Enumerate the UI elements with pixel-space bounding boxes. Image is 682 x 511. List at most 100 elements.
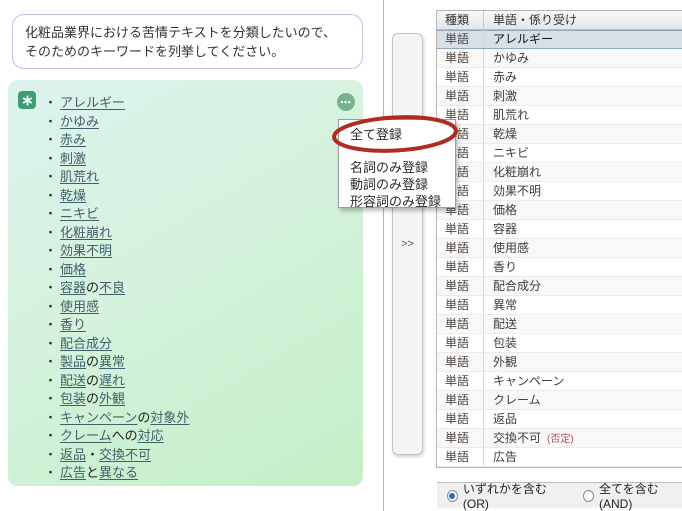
table-row[interactable]: 単語 キャンペーン [437,372,682,391]
transfer-button[interactable]: >> [392,33,423,455]
column-header-category[interactable]: 種類 [437,11,484,29]
cell-word: 香り [493,260,518,274]
keyword-link[interactable]: 対象外 [150,410,189,425]
cell-category: 単語 [437,49,484,67]
menu-item-2[interactable]: 動詞のみ登録 [339,176,455,193]
bullet: ・ [44,465,58,480]
keyword-item: ・肌荒れ [44,168,189,187]
table-row[interactable]: 単語 赤み [437,68,682,87]
radio-icon [447,489,458,502]
cell-word: クレーム [493,393,541,407]
cell-word: 外観 [493,355,518,369]
keyword-link[interactable]: 遅れ [99,373,125,388]
table-row[interactable]: 単語 香り [437,258,682,277]
table-row[interactable]: 単語 効果不明 [437,182,682,201]
keyword-link[interactable]: 異なる [99,465,138,480]
keyword-particle: の [86,391,100,406]
table-row[interactable]: 単語 配合成分 [437,277,682,296]
table-row[interactable]: 単語 肌荒れ [437,106,682,125]
menu-item-0[interactable]: 全て登録 [339,125,455,144]
bullet: ・ [44,298,58,314]
keyword-link[interactable]: 交換不可 [99,447,151,462]
keyword-link[interactable]: 化粧崩れ [60,225,112,240]
bullet: ・ [44,132,58,147]
table-row[interactable]: 単語 返品 [437,410,682,429]
keyword-link[interactable]: 肌荒れ [60,169,99,184]
table-row[interactable]: 単語 ニキビ [437,144,682,163]
bullet: ・ [44,169,58,184]
table-row[interactable]: 単語 使用感 [437,239,682,258]
keyword-link[interactable]: 香り [60,317,86,332]
keyword-link[interactable]: キャンペーン [60,410,137,425]
keyword-link[interactable]: アレルギー [60,95,125,110]
bullet: ・ [44,391,58,406]
table-row[interactable]: 単語 容器 [437,220,682,239]
bullet: ・ [44,409,58,425]
keyword-particle: の [86,354,100,369]
filter-radio-0[interactable]: いずれかを含む(OR) [447,480,561,511]
keyword-item: ・かゆみ [44,113,189,132]
keyword-link[interactable]: 効果不明 [60,243,112,258]
keyword-link[interactable]: 異常 [99,354,125,369]
table-row[interactable]: 単語 かゆみ [437,49,682,68]
table-row[interactable]: 単語 異常 [437,296,682,315]
table-row[interactable]: 単語 乾燥 [437,125,682,144]
keyword-link[interactable]: 刺激 [60,151,86,166]
table-row[interactable]: 単語 化粧崩れ [437,163,682,182]
cell-word: ニキビ [493,146,530,160]
table-row[interactable]: 単語 クレーム [437,391,682,410]
keyword-item: ・アレルギー [44,94,189,113]
keyword-link[interactable]: クレーム [60,428,112,443]
keyword-link[interactable]: 広告 [60,465,86,480]
table-row[interactable]: 単語 刺激 [437,87,682,106]
cell-category: 単語 [437,277,484,295]
assistant-message-bubble: ⋯ ・アレルギー・かゆみ・赤み・刺激・肌荒れ・乾燥・ニキビ・化粧崩れ・効果不明・… [8,80,363,486]
keyword-link[interactable]: 不良 [99,280,125,295]
table-row[interactable]: 単語 アレルギー [437,30,682,49]
cell-category: 単語 [437,353,484,371]
cell-category: 単語 [437,87,484,105]
keyword-link[interactable]: ニキビ [60,206,99,221]
table-row[interactable]: 単語 包装 [437,334,682,353]
cell-word: 包装 [493,336,518,350]
keyword-item: ・香り [44,316,189,335]
keyword-link[interactable]: 配合成分 [60,336,112,351]
keyword-item: ・価格 [44,261,189,280]
menu-item-3[interactable]: 形容詞のみ登録 [339,193,455,210]
keyword-link[interactable]: 容器 [60,280,86,295]
keyword-particle: への [111,428,138,443]
keyword-item: ・包装の外観 [44,390,189,409]
keyword-link[interactable]: 返品 [60,447,86,462]
keyword-link[interactable]: 包装 [60,391,86,406]
table-row[interactable]: 単語 広告 [437,448,682,467]
menu-item-1[interactable]: 名詞のみ登録 [339,159,455,176]
table-row[interactable]: 単語 交換不可 (否定) [437,429,682,448]
filter-radio-1[interactable]: 全てを含む(AND) [583,480,682,511]
keyword-link[interactable]: かゆみ [60,114,99,129]
keyword-link[interactable]: 製品 [60,354,86,369]
keyword-link[interactable]: 外観 [99,391,125,406]
keyword-item: ・広告と異なる [44,464,189,483]
radio-label: 全てを含む(AND) [599,482,659,511]
table-body: 単語 アレルギー 単語 かゆみ 単語 赤み 単語 刺激 単語 肌荒れ 単語 乾燥 単語 ニキビ 単語 化粧崩れ… [437,30,682,467]
user-message-bubble: 化粧品業界における苦情テキストを分類したいので、 そのためのキーワードを列挙して… [12,14,363,69]
keyword-particle: の [86,372,100,388]
keyword-link[interactable]: 使用感 [60,299,99,314]
keyword-link[interactable]: 価格 [60,262,86,277]
cell-word: 交換不可 (否定) [493,431,574,445]
more-options-button[interactable]: ⋯ [337,93,355,111]
cell-category: 単語 [437,410,484,428]
table-row[interactable]: 単語 価格 [437,201,682,220]
negation-note: (否定) [547,434,574,445]
cell-word: 配合成分 [493,279,542,293]
column-header-word[interactable]: 単語・係り受け [484,11,682,29]
table-row[interactable]: 単語 外観 [437,353,682,372]
bullet: ・ [44,317,58,332]
keyword-link[interactable]: 対応 [138,428,164,443]
keyword-link[interactable]: 配送 [60,373,86,388]
keyword-link[interactable]: 赤み [60,132,86,147]
keyword-link[interactable]: 乾燥 [60,188,86,203]
table-row[interactable]: 単語 配送 [437,315,682,334]
cell-word: 使用感 [493,241,530,255]
bullet: ・ [44,354,58,369]
